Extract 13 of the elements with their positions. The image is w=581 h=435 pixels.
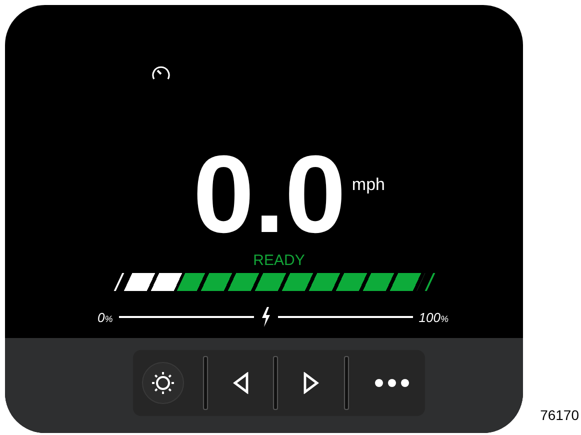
speedometer-icon: [151, 65, 171, 81]
left-triangle-icon: [232, 372, 249, 394]
figure-number: 76170: [540, 407, 579, 423]
speed-unit: mph: [352, 175, 385, 195]
min-label: 0%: [98, 310, 113, 324]
ellipsis-icon: [374, 378, 410, 388]
sun-icon: [150, 370, 176, 396]
status-text: READY: [253, 252, 305, 269]
right-triangle-icon: [303, 372, 320, 394]
brightness-button[interactable]: [142, 362, 184, 404]
lightning-icon: [260, 307, 272, 327]
speed-readout: 0.0: [193, 147, 346, 243]
max-label: 100%: [418, 310, 448, 324]
